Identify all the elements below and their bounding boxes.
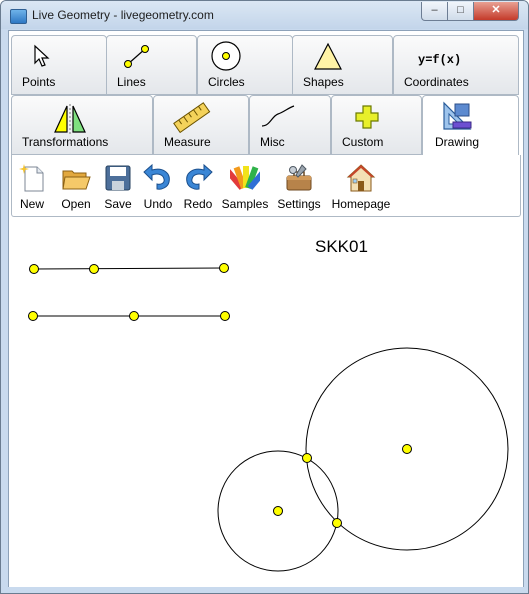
drawing-toolbar: New Open Save Undo Redo Samples Settings… [11, 155, 521, 217]
tab-measure[interactable]: Measure [153, 95, 249, 155]
intersection-point[interactable] [332, 518, 342, 528]
window-title: Live Geometry - livegeometry.com [32, 8, 214, 22]
window-bottom-border [1, 587, 528, 593]
app-window: Live Geometry - livegeometry.com ‒ □ ✕ P… [0, 0, 529, 594]
tab-coordinates[interactable]: y=f(x) Coordinates [393, 35, 519, 95]
tab-shapes[interactable]: Shapes [292, 35, 393, 95]
point[interactable] [89, 264, 99, 274]
tab-label: Shapes [303, 75, 344, 89]
tab-points[interactable]: Points [11, 35, 107, 95]
open-button[interactable]: Open [58, 163, 94, 211]
tab-label: Misc [260, 135, 285, 149]
tab-label: Custom [342, 135, 384, 149]
tab-transformations[interactable]: Transformations [11, 95, 153, 155]
tab-misc[interactable]: Misc [249, 95, 331, 155]
new-document-icon [19, 164, 44, 192]
tab-label: Coordinates [404, 75, 469, 89]
reflection-icon [54, 104, 86, 134]
app-icon [10, 9, 27, 24]
minimize-button[interactable]: ‒ [421, 2, 448, 21]
intersection-point[interactable] [302, 453, 312, 463]
main-content: Points Lines Circles Shapes y=f(x) Coord… [8, 30, 524, 588]
drawing-canvas[interactable]: SKK01 [9, 219, 523, 587]
point[interactable] [29, 264, 39, 274]
point[interactable] [129, 311, 139, 321]
tab-circles[interactable]: Circles [197, 35, 293, 95]
cursor-arrow-icon [34, 44, 50, 67]
plus-icon [355, 105, 379, 129]
homepage-button[interactable]: Homepage [330, 163, 392, 211]
title-bar[interactable]: Live Geometry - livegeometry.com ‒ □ ✕ [1, 1, 528, 29]
tab-lines[interactable]: Lines [106, 35, 197, 95]
undo-button[interactable]: Undo [142, 163, 174, 211]
line-segment-icon [124, 45, 149, 68]
drawing-tools-icon [443, 101, 472, 130]
point[interactable] [28, 311, 38, 321]
triangle-icon [314, 42, 342, 70]
tab-label: Lines [117, 75, 146, 89]
settings-button[interactable]: Settings [274, 163, 324, 211]
open-folder-icon [62, 170, 91, 190]
new-button[interactable]: New [16, 163, 48, 211]
maximize-button[interactable]: □ [447, 2, 474, 21]
geometry-figure[interactable] [9, 219, 523, 587]
tab-label: Drawing [435, 135, 480, 149]
tab-label: Circles [208, 75, 245, 89]
save-label: Save [104, 197, 132, 211]
house-icon [346, 164, 376, 192]
homepage-label: Homepage [331, 197, 391, 211]
new-label: New [19, 197, 44, 211]
settings-label: Settings [277, 197, 321, 211]
floppy-disk-icon [105, 165, 131, 191]
save-button[interactable]: Save [102, 163, 134, 211]
function-text-icon: y=f(x) [418, 53, 462, 67]
redo-label: Redo [183, 197, 213, 211]
toolbox-icon [286, 164, 312, 191]
tab-label: Transformations [22, 135, 109, 149]
open-label: Open [61, 197, 91, 211]
samples-button[interactable]: Samples [220, 163, 270, 211]
tab-drawing[interactable]: Drawing [422, 95, 519, 157]
ruler-icon [173, 102, 211, 134]
point[interactable] [219, 263, 229, 273]
undo-arrow-icon [143, 163, 170, 190]
tab-label: Measure [164, 135, 211, 149]
segment-top[interactable] [33, 267, 225, 270]
tab-custom[interactable]: Custom [331, 95, 422, 155]
ribbon: Points Lines Circles Shapes y=f(x) Coord… [9, 31, 523, 217]
redo-button[interactable]: Redo [182, 163, 214, 211]
tab-label: Points [22, 75, 56, 89]
curve-icon [261, 105, 295, 127]
large-circle-center-point[interactable] [402, 444, 412, 454]
small-circle-center-point[interactable] [273, 506, 283, 516]
samples-label: Samples [221, 197, 269, 211]
point[interactable] [220, 311, 230, 321]
redo-arrow-icon [186, 163, 213, 190]
circle-icon [211, 41, 241, 71]
close-button[interactable]: ✕ [473, 2, 519, 21]
color-palette-icon [230, 166, 260, 190]
undo-label: Undo [143, 197, 173, 211]
